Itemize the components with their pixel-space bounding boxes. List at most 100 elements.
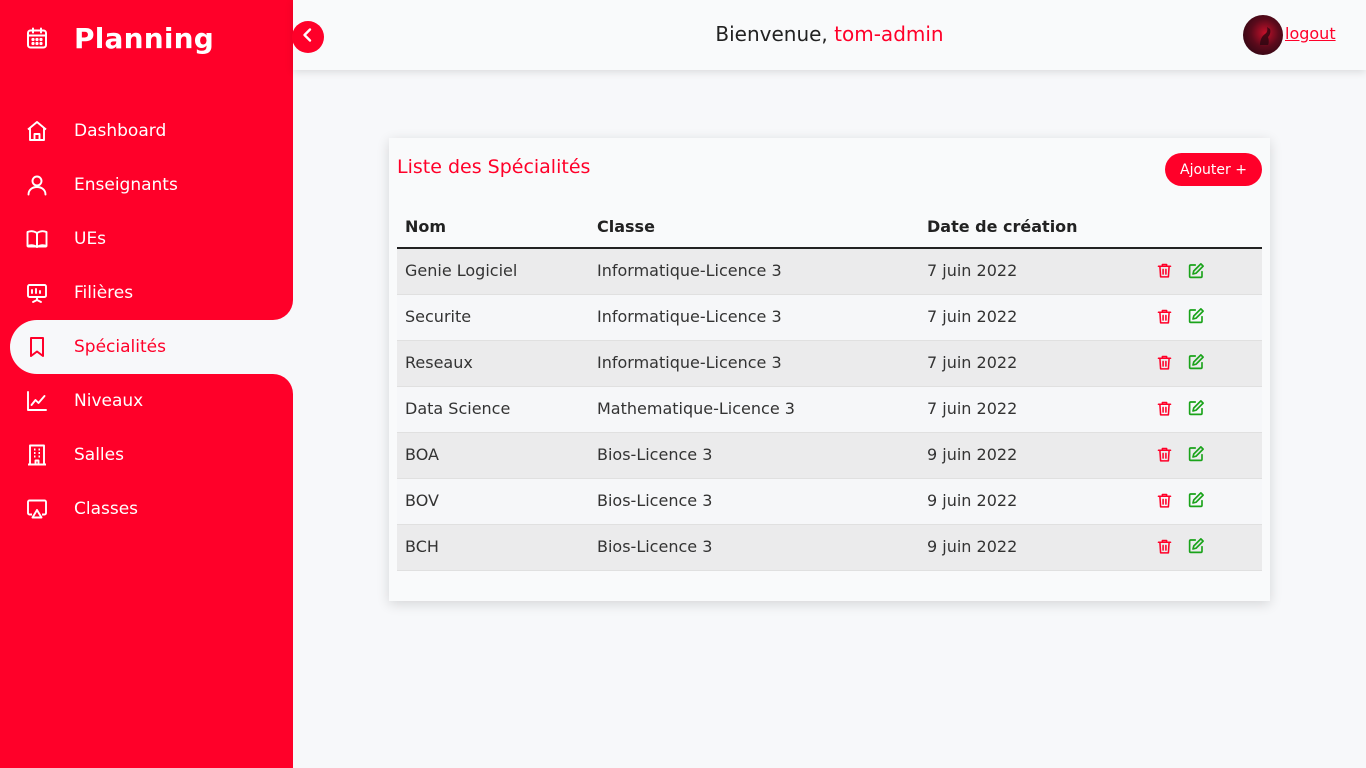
- table-row: Genie Logiciel Informatique-Licence 3 7 …: [397, 248, 1262, 295]
- table-row: Reseaux Informatique-Licence 3 7 juin 20…: [397, 340, 1262, 387]
- edit-icon: [1187, 353, 1205, 375]
- cell-date: 7 juin 2022: [919, 386, 1147, 433]
- cell-classe: Informatique-Licence 3: [589, 340, 919, 387]
- trash-icon: [1156, 308, 1173, 329]
- screen-icon: [24, 496, 50, 522]
- edit-icon: [1187, 537, 1205, 559]
- cell-actions: [1147, 478, 1262, 525]
- sidebar-item-niveaux[interactable]: Niveaux: [0, 374, 293, 428]
- cell-date: 7 juin 2022: [919, 294, 1147, 341]
- add-button[interactable]: Ajouter +: [1165, 153, 1262, 186]
- sidebar-item-label: Filières: [74, 283, 134, 303]
- calendar-icon: [24, 25, 50, 51]
- edit-button[interactable]: [1186, 537, 1205, 559]
- brand-title: Planning: [74, 21, 215, 55]
- cell-actions: [1147, 432, 1262, 479]
- sidebar: Planning Dashboard Enseignants UEs Filiè…: [0, 0, 293, 768]
- column-header-date: Date de création: [919, 206, 1147, 249]
- card-title: Liste des Spécialités: [397, 156, 591, 178]
- edit-button[interactable]: [1186, 262, 1205, 282]
- cell-nom: Genie Logiciel: [397, 248, 589, 295]
- sidebar-item-label: Spécialités: [74, 337, 166, 357]
- edit-icon: [1187, 307, 1205, 329]
- username: tom-admin: [834, 22, 944, 46]
- table-row: BCH Bios-Licence 3 9 juin 2022: [397, 524, 1262, 571]
- sidebar-item-label: UEs: [74, 229, 107, 249]
- avatar[interactable]: [1243, 15, 1283, 55]
- edit-icon: [1187, 491, 1205, 513]
- delete-button[interactable]: [1155, 309, 1174, 328]
- table-row: Securite Informatique-Licence 3 7 juin 2…: [397, 294, 1262, 341]
- user-icon: [24, 172, 50, 198]
- trash-icon: [1156, 262, 1173, 283]
- sidebar-item-filieres[interactable]: Filières: [0, 266, 293, 320]
- sidebar-nav: Dashboard Enseignants UEs Filières Spéci…: [0, 104, 293, 536]
- cell-actions: [1147, 294, 1262, 341]
- presentation-icon: [24, 280, 50, 306]
- home-icon: [24, 118, 50, 144]
- sidebar-item-salles[interactable]: Salles: [0, 428, 293, 482]
- cell-classe: Informatique-Licence 3: [589, 248, 919, 295]
- sidebar-item-label: Salles: [74, 445, 124, 465]
- column-header-actions: [1147, 206, 1262, 249]
- delete-button[interactable]: [1155, 401, 1174, 420]
- sidebar-item-label: Classes: [74, 499, 139, 519]
- sidebar-item-specialites[interactable]: Spécialités: [10, 320, 293, 374]
- cell-nom: BCH: [397, 524, 589, 571]
- cell-actions: [1147, 340, 1262, 387]
- sidebar-item-enseignants[interactable]: Enseignants: [0, 158, 293, 212]
- sidebar-item-ues[interactable]: UEs: [0, 212, 293, 266]
- delete-button[interactable]: [1155, 447, 1174, 466]
- edit-icon: [1187, 445, 1205, 467]
- welcome-prefix: Bienvenue,: [715, 22, 835, 46]
- edit-icon: [1187, 399, 1205, 421]
- book-icon: [24, 226, 50, 252]
- cell-nom: BOV: [397, 478, 589, 525]
- logout-link[interactable]: logout: [1285, 24, 1336, 43]
- table-row: BOA Bios-Licence 3 9 juin 2022: [397, 432, 1262, 479]
- trash-icon: [1156, 354, 1173, 375]
- cell-classe: Bios-Licence 3: [589, 432, 919, 479]
- sidebar-item-label: Enseignants: [74, 175, 178, 195]
- brand[interactable]: Planning: [24, 18, 214, 58]
- sidebar-item-label: Niveaux: [74, 391, 144, 411]
- trash-icon: [1156, 446, 1173, 467]
- edit-button[interactable]: [1186, 445, 1205, 467]
- cell-classe: Mathematique-Licence 3: [589, 386, 919, 433]
- delete-button[interactable]: [1155, 493, 1174, 512]
- trash-icon: [1156, 400, 1173, 421]
- sidebar-item-classes[interactable]: Classes: [0, 482, 293, 536]
- delete-button[interactable]: [1155, 355, 1174, 374]
- cell-nom: BOA: [397, 432, 589, 479]
- sidebar-item-dashboard[interactable]: Dashboard: [0, 104, 293, 158]
- cell-date: 7 juin 2022: [919, 248, 1147, 295]
- edit-button[interactable]: [1186, 399, 1205, 421]
- column-header-nom: Nom: [397, 206, 589, 249]
- cell-date: 9 juin 2022: [919, 432, 1147, 479]
- cell-classe: Informatique-Licence 3: [589, 294, 919, 341]
- building-icon: [24, 442, 50, 468]
- delete-button[interactable]: [1155, 539, 1174, 558]
- cell-date: 9 juin 2022: [919, 478, 1147, 525]
- edit-button[interactable]: [1186, 491, 1205, 513]
- chart-line-icon: [24, 388, 50, 414]
- cell-classe: Bios-Licence 3: [589, 478, 919, 525]
- cell-date: 9 juin 2022: [919, 524, 1147, 571]
- topbar: Bienvenue, tom-admin logout: [292, 0, 1366, 70]
- sidebar-item-label: Dashboard: [74, 121, 167, 141]
- cell-actions: [1147, 248, 1262, 295]
- specialites-card: Liste des Spécialités Ajouter + Nom Clas…: [389, 138, 1270, 601]
- cell-nom: Data Science: [397, 386, 589, 433]
- edit-button[interactable]: [1186, 307, 1205, 329]
- table-header-row: Nom Classe Date de création: [397, 206, 1262, 249]
- edit-button[interactable]: [1186, 353, 1205, 375]
- trash-icon: [1156, 492, 1173, 513]
- delete-button[interactable]: [1155, 263, 1174, 282]
- column-header-classe: Classe: [589, 206, 919, 249]
- cell-nom: Reseaux: [397, 340, 589, 387]
- trash-icon: [1156, 538, 1173, 559]
- cell-actions: [1147, 524, 1262, 571]
- table-row: BOV Bios-Licence 3 9 juin 2022: [397, 478, 1262, 525]
- cell-classe: Bios-Licence 3: [589, 524, 919, 571]
- table-row: Data Science Mathematique-Licence 3 7 ju…: [397, 386, 1262, 433]
